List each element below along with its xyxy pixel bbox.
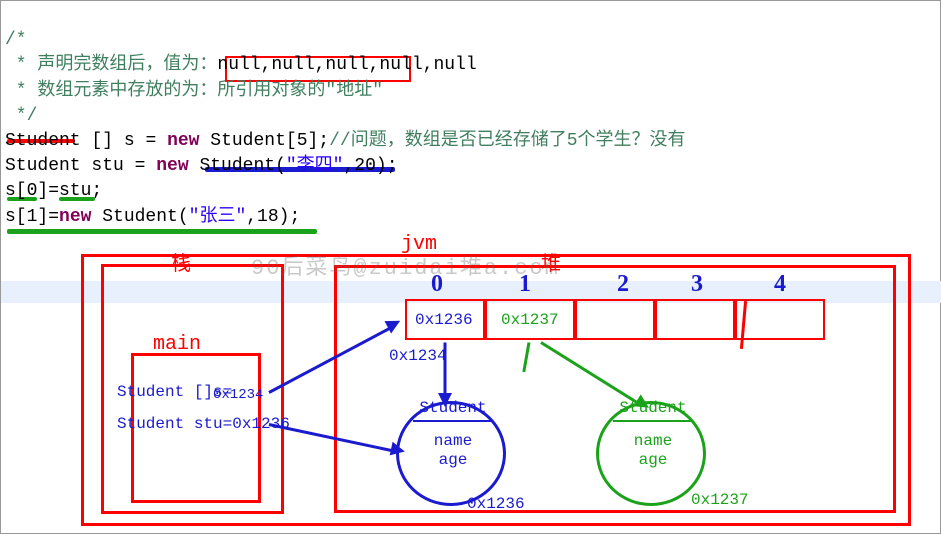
- array-cell-2: [575, 299, 655, 340]
- code-text: 所引用对象的"地址": [217, 81, 383, 101]
- student2-age: age: [613, 451, 693, 470]
- code-text: Student[: [199, 131, 296, 151]
- student2-addr: 0x1237: [691, 491, 749, 509]
- code-text: ,20);: [343, 156, 397, 176]
- code-var: stu: [81, 156, 135, 176]
- code-var: s: [124, 131, 135, 151]
- code-text: Student(: [91, 207, 188, 227]
- code-num: 5: [297, 131, 308, 151]
- code-line: */: [5, 106, 37, 126]
- code-str: "张三": [189, 207, 247, 227]
- student1-type: Student: [413, 399, 493, 422]
- watermark: 90后菜鸟@zuidai堆a.com: [251, 249, 560, 281]
- code-text: Student(: [189, 156, 286, 176]
- code-kw: new: [59, 207, 91, 227]
- array-index-3: 3: [691, 271, 703, 298]
- code-kw: new: [156, 156, 188, 176]
- code-text: =: [135, 156, 157, 176]
- code-str: "李四": [286, 156, 344, 176]
- stack-var-stu: Student stu=0x1236: [117, 415, 290, 433]
- student1-age: age: [413, 451, 493, 470]
- student1-name: name: [413, 432, 493, 451]
- code-type: Student: [5, 131, 81, 151]
- code-comment: //问题，数组是否已经存储了5个学生？没有: [329, 131, 685, 151]
- code-text: s[1]=: [5, 207, 59, 227]
- array-cell-3: [655, 299, 735, 340]
- code-text: ];: [308, 131, 330, 151]
- code-text: []: [81, 131, 124, 151]
- code-text: =: [135, 131, 167, 151]
- array-index-2: 2: [617, 271, 629, 298]
- code-text: null,null,null,null,null: [217, 55, 476, 75]
- code-line: * 数组元素中存放的为：: [5, 81, 217, 101]
- main-label: main: [153, 333, 201, 356]
- code-line: /*: [5, 30, 27, 50]
- array-cell-4: [735, 299, 825, 340]
- code-line: s[0]=stu;: [5, 181, 102, 201]
- array-index-4: 4: [774, 271, 786, 298]
- code-text: ,18);: [246, 207, 300, 227]
- student2-name: name: [613, 432, 693, 451]
- array-address: 0x1234: [389, 347, 447, 365]
- stack-label: 栈: [171, 247, 191, 277]
- array-val-0: 0x1236: [415, 311, 473, 329]
- student1-addr: 0x1236: [467, 495, 525, 513]
- student2-type: Student: [613, 399, 693, 422]
- student1-label: Student name age: [413, 399, 493, 471]
- code-block: /* * 声明完数组后，值为：null,null,null,null,null …: [1, 1, 940, 232]
- stack-var-s-addr: 0x1234: [213, 387, 263, 403]
- student2-label: Student name age: [613, 399, 693, 471]
- arrow-stu-to-obj1-head: [390, 442, 407, 459]
- array-val-1: 0x1237: [501, 311, 559, 329]
- code-type: Student: [5, 156, 81, 176]
- code-kw: new: [167, 131, 199, 151]
- code-line: * 声明完数组后，值为：: [5, 55, 217, 75]
